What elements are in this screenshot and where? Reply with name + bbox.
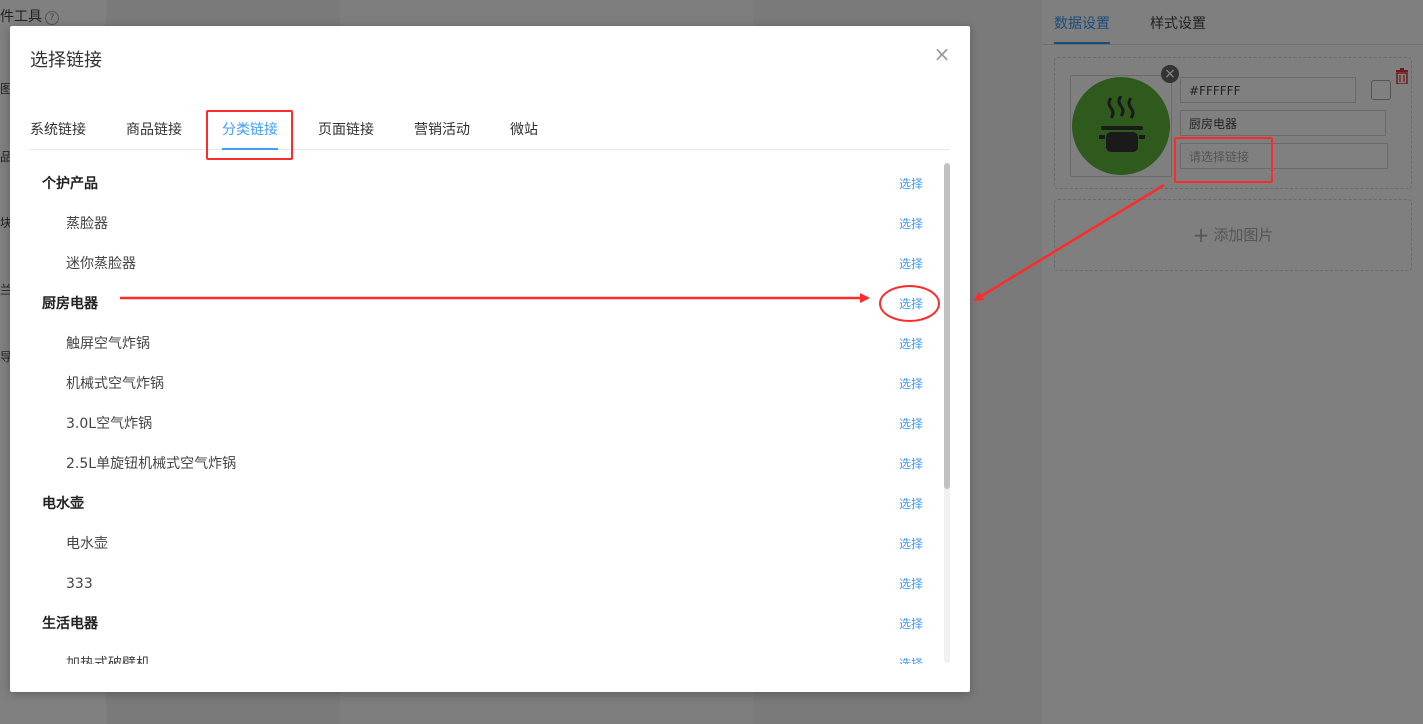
add-image-button[interactable]: + 添加图片 bbox=[1054, 199, 1412, 271]
tab-product-links[interactable]: 商品链接 bbox=[126, 113, 182, 149]
annotation-box-link-input bbox=[1174, 137, 1273, 183]
tab-page-links[interactable]: 页面链接 bbox=[318, 113, 374, 149]
category-label: 蒸脸器 bbox=[66, 216, 108, 232]
pot-icon bbox=[1099, 96, 1145, 152]
category-row-child: 蒸脸器 选择 bbox=[30, 204, 940, 244]
category-row-child: 迷你蒸脸器 选择 bbox=[30, 244, 940, 284]
category-row-parent: 厨房电器 选择 bbox=[30, 284, 940, 324]
category-label: 迷你蒸脸器 bbox=[66, 256, 136, 272]
divider bbox=[1042, 44, 1423, 45]
category-row-child: 2.5L单旋钮机械式空气炸锅 选择 bbox=[30, 444, 940, 484]
select-link-button[interactable]: 选择 bbox=[899, 204, 923, 244]
category-label: 机械式空气炸锅 bbox=[66, 376, 164, 392]
category-row-child: 触屏空气炸锅 选择 bbox=[30, 324, 940, 364]
category-label: 3.0L空气炸锅 bbox=[66, 416, 153, 432]
select-link-button[interactable]: 选择 bbox=[899, 364, 923, 404]
category-label: 厨房电器 bbox=[42, 296, 98, 312]
category-label: 触屏空气炸锅 bbox=[66, 336, 150, 352]
select-link-button[interactable]: 选择 bbox=[899, 644, 923, 664]
title-input[interactable]: 厨房电器 bbox=[1180, 110, 1386, 136]
category-row-child: 3.0L空气炸锅 选择 bbox=[30, 404, 940, 444]
category-label: 电水壶 bbox=[66, 536, 108, 552]
image-thumbnail[interactable] bbox=[1070, 75, 1172, 177]
category-row-parent: 生活电器 选择 bbox=[30, 604, 940, 644]
select-link-button[interactable]: 选择 bbox=[899, 244, 923, 284]
category-label: 2.5L单旋钮机械式空气炸锅 bbox=[66, 456, 237, 472]
category-row-child: 机械式空气炸锅 选择 bbox=[30, 364, 940, 404]
link-type-tabs: 系统链接 商品链接 分类链接 页面链接 营销活动 微站 bbox=[30, 113, 950, 150]
category-label: 333 bbox=[66, 576, 93, 592]
category-row-child: 电水壶 选择 bbox=[30, 524, 940, 564]
settings-panel: 数据设置 样式设置 × #FFFFFF 厨房电器 请选择链接 + 添加图片 bbox=[1042, 0, 1423, 724]
tab-marketing-activities[interactable]: 营销活动 bbox=[414, 113, 470, 149]
select-link-button[interactable]: 选择 bbox=[899, 444, 923, 484]
settings-tabs: 数据设置 样式设置 bbox=[1054, 0, 1206, 44]
delete-icon[interactable] bbox=[1395, 68, 1409, 84]
category-row-child: 333 选择 bbox=[30, 564, 940, 604]
select-link-button[interactable]: 选择 bbox=[899, 324, 923, 364]
tab-system-links[interactable]: 系统链接 bbox=[30, 113, 86, 149]
plus-icon: + bbox=[1192, 223, 1210, 247]
help-icon[interactable]: ? bbox=[45, 11, 59, 25]
category-label: 加热式破壁机 bbox=[66, 656, 150, 664]
color-value-input[interactable]: #FFFFFF bbox=[1180, 77, 1356, 103]
category-label: 生活电器 bbox=[42, 616, 98, 632]
select-link-button[interactable]: 选择 bbox=[899, 164, 923, 204]
select-link-dialog: 选择链接 × 系统链接 商品链接 分类链接 页面链接 营销活动 微站 个护产品选… bbox=[10, 26, 970, 692]
category-row-parent: 个护产品 选择 bbox=[30, 164, 940, 204]
tab-micro-site[interactable]: 微站 bbox=[510, 113, 538, 149]
category-row-child: 加热式破壁机 选择 bbox=[30, 644, 940, 664]
select-link-button[interactable]: 选择 bbox=[899, 524, 923, 564]
tab-style-settings[interactable]: 样式设置 bbox=[1150, 0, 1206, 44]
category-label: 个护产品 bbox=[42, 176, 98, 192]
component-tools-label: 件工具 bbox=[0, 9, 42, 25]
annotation-circle-select bbox=[879, 285, 940, 322]
remove-image-icon[interactable]: × bbox=[1161, 65, 1179, 83]
select-link-button[interactable]: 选择 bbox=[899, 484, 923, 524]
select-link-button[interactable]: 选择 bbox=[899, 564, 923, 604]
select-link-button[interactable]: 选择 bbox=[899, 604, 923, 644]
dialog-title: 选择链接 bbox=[30, 50, 102, 71]
category-row-parent: 电水壶 选择 bbox=[30, 484, 940, 524]
component-tools-title: 件工具? bbox=[0, 6, 59, 26]
close-icon[interactable]: × bbox=[932, 44, 952, 64]
add-image-label: 添加图片 bbox=[1213, 226, 1274, 244]
tab-data-settings[interactable]: 数据设置 bbox=[1054, 0, 1110, 44]
scrollbar-thumb[interactable] bbox=[944, 163, 950, 489]
select-link-button[interactable]: 选择 bbox=[899, 404, 923, 444]
category-label: 电水壶 bbox=[42, 496, 84, 512]
color-picker[interactable] bbox=[1371, 80, 1391, 100]
annotation-box-category-tab bbox=[206, 110, 293, 160]
category-list: 个护产品 选择 蒸脸器 选择 迷你蒸脸器 选择 厨房电器 选择 触屏空气炸锅 选择 机械式空气炸锅选… bbox=[30, 164, 940, 664]
